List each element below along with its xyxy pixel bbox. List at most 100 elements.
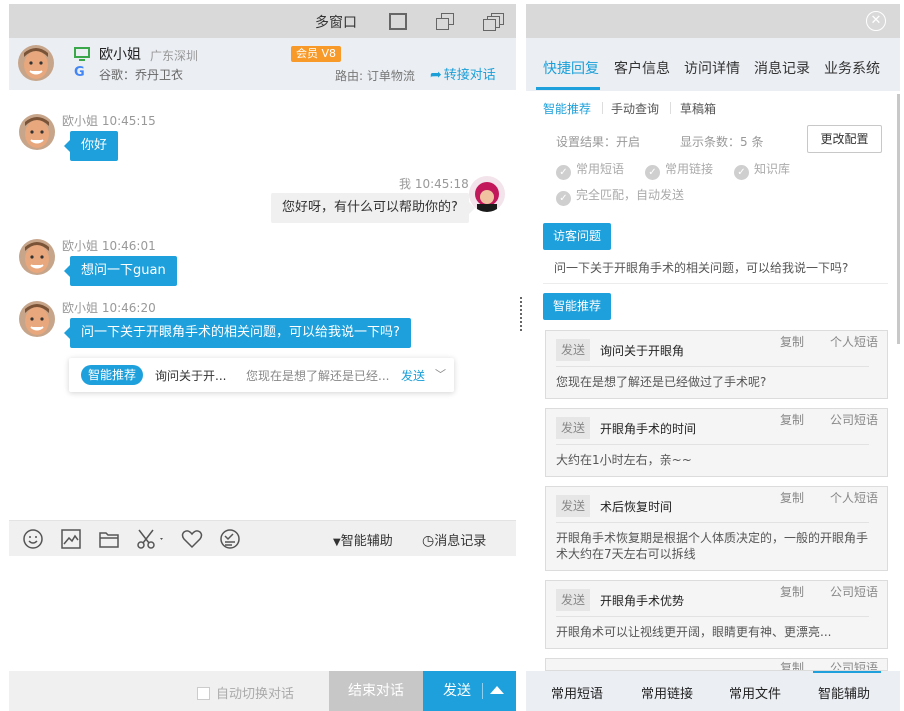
checkbox-icon: [197, 687, 210, 700]
visitor-header: 欧小姐 广东深圳 G 谷歌：乔丹卫衣 会员 V8 路由: 订单物流 ➦ 转接对话: [9, 38, 516, 90]
message-history-button[interactable]: ◷消息记录: [422, 530, 486, 549]
smart-assist-label: 智能辅助: [340, 534, 393, 549]
check-knowledge-base: ✓ 知识库: [734, 160, 790, 180]
card-divider: [556, 444, 869, 445]
compose-footer: 自动切换对话 结束对话 发送: [9, 671, 516, 711]
send-button[interactable]: 发送: [423, 671, 516, 711]
forward-arrow-icon: ➦: [430, 67, 442, 83]
section-divider: [543, 283, 888, 284]
card-title: 术后恢复时间: [600, 500, 673, 514]
smart-assist-toggle[interactable]: ▼智能辅助: [333, 530, 393, 549]
screenshot-icon[interactable]: [136, 528, 168, 550]
tab-quick-reply[interactable]: 快捷回复: [543, 58, 599, 78]
card-body: 开眼角术可以让视线更开阔，眼睛更有神、更漂亮...: [556, 625, 832, 639]
card-copy-button[interactable]: 复制: [780, 659, 804, 670]
tab-business-system[interactable]: 业务系统: [824, 58, 880, 78]
tab-message-records[interactable]: 消息记录: [754, 58, 810, 78]
close-icon[interactable]: ✕: [866, 11, 886, 31]
message-input[interactable]: [9, 556, 516, 671]
recommend-title[interactable]: 询问关于开...: [155, 367, 226, 384]
caret-up-icon[interactable]: [490, 686, 504, 694]
reply-card: 发送 开眼角手术的时间 复制 公司短语 大约在1小时左右，亲~~: [545, 408, 888, 477]
check-icon: ✓: [645, 165, 660, 180]
transfer-chat-button[interactable]: ➦ 转接对话: [430, 64, 496, 83]
folder-icon[interactable]: [98, 528, 120, 550]
card-copy-button[interactable]: 复制: [780, 489, 804, 506]
card-copy-button[interactable]: 复制: [780, 411, 804, 428]
visitor-route: 路由: 订单物流: [335, 69, 415, 83]
change-config-button[interactable]: 更改配置: [807, 125, 882, 153]
cascade-windows-icon[interactable]: [483, 13, 505, 31]
check-common-phrases: ✓ 常用短语: [556, 160, 624, 180]
send-label: 发送: [443, 683, 471, 699]
card-send-button[interactable]: 发送: [556, 589, 591, 611]
card-title: 开眼角手术优势: [600, 594, 685, 608]
card-type: 公司短语: [830, 661, 879, 671]
evaluate-icon[interactable]: [219, 528, 241, 550]
quick-reply-subtabs: 智能推荐 手动查询 草稿箱: [526, 91, 900, 125]
check-icon: ✓: [556, 191, 571, 206]
vip-badge: 会员 V8: [291, 46, 342, 62]
tab-customer-info[interactable]: 客户信息: [614, 58, 670, 78]
auto-switch-label: 自动切换对话: [216, 687, 295, 702]
message-bubble: 问一下关于开眼角手术的相关问题，可以给我说一下吗?: [64, 318, 411, 348]
chevron-down-icon[interactable]: ﹀: [435, 366, 446, 382]
message-meta: 欧小姐 10:45:15: [62, 114, 156, 128]
multi-window-label[interactable]: 多窗口: [315, 12, 357, 32]
setting-result: 设置结果：开启: [556, 135, 641, 149]
visitor-region: 广东深圳: [150, 49, 199, 63]
end-chat-button[interactable]: 结束对话: [329, 671, 423, 711]
heart-icon[interactable]: [181, 528, 203, 550]
subtab-drafts[interactable]: 草稿箱: [680, 100, 716, 117]
card-title: 询问关于开眼角: [600, 344, 685, 358]
check-exact-match: ✓ 完全匹配，自动发送: [556, 186, 684, 206]
card-send-button[interactable]: 发送: [556, 417, 591, 439]
smart-recommend-label: 智能推荐: [543, 293, 612, 320]
side-bottom-tabs: 常用短语 常用链接 常用文件 智能辅助: [526, 671, 900, 711]
recommend-send-button[interactable]: 发送: [401, 367, 425, 384]
visitor-avatar: [18, 45, 54, 81]
monitor-icon: [74, 47, 90, 61]
tab-visit-details[interactable]: 访问详情: [684, 58, 740, 78]
auto-switch-checkbox[interactable]: 自动切换对话: [197, 683, 294, 702]
message-bubble: 想问一下guan: [64, 256, 177, 286]
visitor-avatar: [19, 301, 55, 337]
chat-app: 多窗口 欧小姐 广东深圳 G 谷歌：乔丹卫衣 会员 V8 路由: 订单物流 ➦ 转…: [0, 0, 904, 711]
subtab-smart-recommend[interactable]: 智能推荐: [543, 100, 591, 117]
card-send-button[interactable]: 发送: [556, 339, 591, 361]
bottom-tab-common-files[interactable]: 常用文件: [729, 683, 781, 702]
card-body: 开眼角手术恢复期是根据个人体质决定的，一般的开眼角手术大约在7天左右可以拆线: [556, 531, 869, 561]
card-type: 个人短语: [830, 491, 879, 505]
bottom-tab-common-phrases[interactable]: 常用短语: [551, 683, 603, 702]
card-body: 大约在1小时左右，亲~~: [556, 453, 692, 467]
card-copy-button[interactable]: 复制: [780, 333, 804, 350]
active-bottom-tab-indicator: [813, 671, 881, 673]
smart-recommend-pill: 智能推荐: [81, 365, 144, 385]
card-copy-button[interactable]: 复制: [780, 583, 804, 600]
check-icon: ✓: [556, 165, 571, 180]
card-send-button[interactable]: 发送: [556, 495, 591, 517]
image-icon[interactable]: [60, 528, 82, 550]
emoji-icon[interactable]: [22, 528, 44, 550]
triangle-down-icon: ▼: [333, 537, 341, 548]
bottom-tab-common-links[interactable]: 常用链接: [641, 683, 693, 702]
maximize-icon[interactable]: [389, 13, 407, 30]
restore-icon[interactable]: [436, 13, 454, 30]
visitor-avatar: [19, 114, 55, 150]
reply-card: 发送 开眼角手术优势 复制 公司短语 开眼角术可以让视线更开阔，眼睛更有神、更漂…: [545, 580, 888, 649]
message-meta: 欧小姐 10:46:01: [62, 239, 156, 253]
subtab-manual-search[interactable]: 手动查询: [611, 100, 659, 117]
recommend-preview[interactable]: 您现在是想了解还是已经...: [246, 367, 389, 384]
check-common-links: ✓ 常用链接: [645, 160, 713, 180]
pane-splitter[interactable]: [520, 297, 522, 331]
visitor-avatar: [19, 239, 55, 275]
card-divider: [556, 616, 869, 617]
side-scrollbar[interactable]: [897, 94, 900, 344]
chat-window: 多窗口 欧小姐 广东深圳 G 谷歌：乔丹卫衣 会员 V8 路由: 订单物流 ➦ 转…: [9, 4, 516, 711]
right-titlebar: ✕: [526, 4, 900, 38]
bottom-tab-smart-assist[interactable]: 智能辅助: [818, 683, 870, 702]
message-meta: 我 10:45:18: [399, 177, 469, 191]
message-list[interactable]: 欧小姐 10:45:15 你好 我 10:45:18 您好呀，有什么可以帮助你的…: [9, 90, 516, 520]
visitor-source: 谷歌：乔丹卫衣: [99, 68, 184, 82]
google-icon: G: [74, 65, 85, 80]
